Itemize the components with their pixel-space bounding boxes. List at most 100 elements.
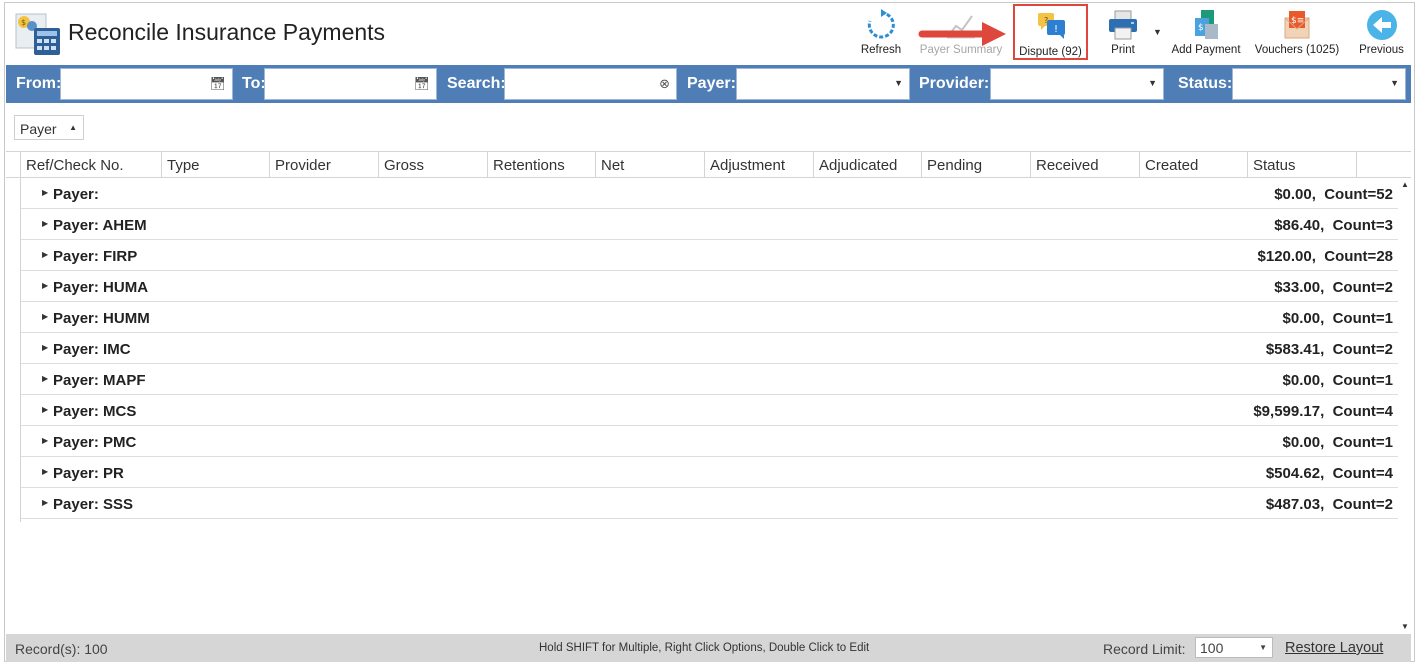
group-summary: $33.00, Count=2: [1274, 279, 1393, 296]
group-row[interactable]: ▶ Payer: HUMA $33.00, Count=2: [21, 271, 1398, 302]
expand-icon[interactable]: ▶: [42, 374, 48, 383]
expand-icon[interactable]: ▶: [42, 250, 48, 259]
column-header-retentions[interactable]: Retentions: [487, 152, 595, 177]
group-row[interactable]: ▶ Payer: PR $504.62, Count=4: [21, 457, 1398, 488]
group-name: Payer: IMC: [53, 341, 131, 358]
group-row[interactable]: ▶ Payer: HUMM $0.00, Count=1: [21, 302, 1398, 333]
group-row[interactable]: ▶ Payer: IMC $583.41, Count=2: [21, 333, 1398, 364]
status-filter-label: Status:: [1178, 75, 1233, 92]
column-header-net[interactable]: Net: [595, 152, 704, 177]
svg-text:$: $: [21, 18, 26, 27]
dispute-label: Dispute (92): [1019, 46, 1082, 58]
column-header-filler: [1356, 152, 1396, 177]
grid-header: Ref/Check No. Type Provider Gross Retent…: [6, 151, 1411, 178]
scroll-down-icon[interactable]: ▼: [1401, 622, 1409, 631]
record-limit-label: Record Limit:: [1103, 641, 1186, 657]
scroll-up-icon[interactable]: ▲: [1401, 180, 1409, 189]
payer-filter-label: Payer:: [687, 75, 736, 92]
record-count: Record(s): 100: [15, 641, 108, 657]
previous-button[interactable]: Previous: [1354, 4, 1409, 60]
print-dropdown-icon[interactable]: ▼: [1153, 27, 1162, 37]
group-row[interactable]: ▶ Payer: SSS $487.03, Count=2: [21, 488, 1398, 519]
grid-body: ▶ Payer: $0.00, Count=52 ▶ Payer: AHEM $86.4…: [20, 178, 1398, 522]
add-payment-icon: $: [1195, 10, 1218, 39]
add-payment-button[interactable]: $ Add Payment: [1166, 4, 1246, 60]
column-header-gross[interactable]: Gross: [378, 152, 487, 177]
restore-layout-link[interactable]: Restore Layout: [1285, 640, 1383, 656]
arrow-annotation-icon: [918, 22, 1006, 46]
calendar-icon[interactable]: 📅︎: [413, 76, 430, 92]
clear-search-icon[interactable]: ⊗: [659, 76, 670, 92]
group-name: Payer: PMC: [53, 434, 137, 451]
column-header-created[interactable]: Created: [1139, 152, 1247, 177]
search-label: Search:: [447, 75, 506, 92]
status-select[interactable]: ▼: [1232, 68, 1406, 100]
column-header-provider[interactable]: Provider: [269, 152, 378, 177]
chevron-down-icon: ▼: [1148, 78, 1157, 88]
expand-icon[interactable]: ▶: [42, 343, 48, 352]
from-label: From:: [16, 75, 62, 92]
search-input[interactable]: ⊗: [504, 68, 677, 100]
group-by-chip[interactable]: Payer ▲: [14, 115, 84, 140]
svg-text:!: !: [1054, 24, 1058, 35]
column-header-ref-check-no[interactable]: Ref/Check No.: [20, 152, 161, 177]
to-label: To:: [242, 75, 266, 92]
payer-select[interactable]: ▼: [736, 68, 910, 100]
column-header-status[interactable]: Status: [1247, 152, 1356, 177]
provider-select[interactable]: ▼: [990, 68, 1164, 100]
group-row[interactable]: ▶ Payer: MAPF $0.00, Count=1: [21, 364, 1398, 395]
sort-ascending-icon[interactable]: ▲: [69, 123, 77, 132]
expand-icon[interactable]: ▶: [42, 436, 48, 445]
expand-icon[interactable]: ▶: [42, 281, 48, 290]
chat-bubbles-icon: ! ?: [1037, 13, 1065, 39]
group-summary: $583.41, Count=2: [1265, 341, 1393, 358]
chevron-down-icon: ▼: [894, 78, 903, 88]
group-by-label: Payer: [20, 121, 57, 137]
group-row[interactable]: ▶ Payer: FIRP $120.00, Count=28: [21, 240, 1398, 271]
expand-icon[interactable]: ▶: [42, 498, 48, 507]
refresh-button[interactable]: Refresh: [856, 4, 906, 60]
status-bar: Record(s): 100 Hold SHIFT for Multiple, …: [6, 634, 1411, 662]
group-row[interactable]: ▶ Payer: PMC $0.00, Count=1: [21, 426, 1398, 457]
printer-icon: [1109, 10, 1137, 40]
expand-icon[interactable]: ▶: [42, 188, 48, 197]
group-row[interactable]: ▶ Payer: $0.00, Count=52: [21, 178, 1398, 209]
filter-bar: From: 📅︎ To: 📅︎ Search: ⊗ Payer: ▼ Provi…: [6, 65, 1411, 103]
column-header-adjustment[interactable]: Adjustment: [704, 152, 813, 177]
chevron-down-icon: ▼: [1259, 643, 1267, 652]
group-summary: $86.40, Count=3: [1274, 217, 1393, 234]
group-summary: $0.00, Count=52: [1274, 186, 1393, 203]
column-header-type[interactable]: Type: [161, 152, 269, 177]
expand-icon[interactable]: ▶: [42, 405, 48, 414]
provider-filter-label: Provider:: [919, 75, 990, 92]
vouchers-button[interactable]: $≡ Vouchers (1025): [1251, 4, 1343, 60]
calendar-icon[interactable]: 📅︎: [209, 76, 226, 92]
expand-icon[interactable]: ▶: [42, 219, 48, 228]
column-header-pending[interactable]: Pending: [921, 152, 1030, 177]
group-summary: $504.62, Count=4: [1265, 465, 1393, 482]
record-limit-select[interactable]: 100 ▼: [1195, 637, 1273, 658]
group-name: Payer: HUMA: [53, 279, 149, 296]
group-name: Payer:: [53, 186, 99, 203]
dispute-button[interactable]: ! ? Dispute (92): [1013, 4, 1088, 60]
print-button[interactable]: Print: [1100, 4, 1146, 60]
calculator-icon: $: [15, 13, 60, 55]
group-row[interactable]: ▶ Payer: MCS $9,599.17, Count=4: [21, 395, 1398, 426]
group-row[interactable]: ▶ Payer: AHEM $86.40, Count=3: [21, 209, 1398, 240]
column-header-received[interactable]: Received: [1030, 152, 1139, 177]
svg-text:$: $: [1198, 23, 1204, 33]
column-header-adjudicated[interactable]: Adjudicated: [813, 152, 921, 177]
group-name: Payer: MAPF: [53, 372, 146, 389]
record-limit-value: 100: [1200, 640, 1224, 656]
expand-icon[interactable]: ▶: [42, 467, 48, 476]
group-summary: $9,599.17, Count=4: [1253, 403, 1393, 420]
add-payment-label: Add Payment: [1171, 44, 1241, 56]
voucher-envelope-icon: $≡: [1284, 11, 1310, 39]
group-name: Payer: PR: [53, 465, 124, 482]
from-date-input[interactable]: 📅︎: [60, 68, 233, 100]
expand-icon[interactable]: ▶: [42, 312, 48, 321]
vertical-scrollbar[interactable]: ▲ ▼: [1398, 178, 1411, 633]
group-name: Payer: AHEM: [53, 217, 147, 234]
group-summary: $487.03, Count=2: [1265, 496, 1393, 513]
to-date-input[interactable]: 📅︎: [264, 68, 437, 100]
